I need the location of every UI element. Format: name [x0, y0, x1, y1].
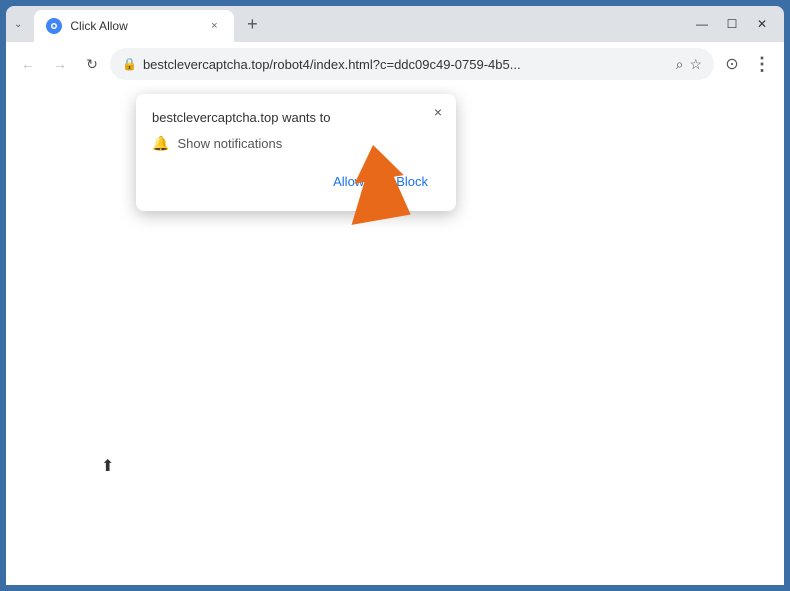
url-domain: bestclevercaptcha.top [143, 57, 269, 72]
title-bar: ⌄ Click Allow × + — ☐ ✕ [6, 6, 784, 42]
tab-area: Click Allow × + [30, 6, 688, 42]
nav-actions: ⊙ ⋮ [718, 50, 776, 78]
account-icon[interactable]: ⊙ [718, 50, 746, 78]
maximize-button[interactable]: ☐ [718, 10, 746, 38]
block-button[interactable]: Block [384, 168, 440, 195]
lock-icon: 🔒 [122, 57, 137, 71]
permission-text: Show notifications [177, 136, 282, 151]
popup-permission: 🔔 Show notifications [152, 135, 440, 152]
popup-buttons: Allow Block [152, 168, 440, 195]
tab-title: Click Allow [70, 19, 198, 33]
window-close-button[interactable]: ✕ [748, 10, 776, 38]
browser-content: CLICK «ALLOW» TO CONFIRM THAT YOU ARE NO… [6, 86, 784, 585]
popup-close-button[interactable]: × [428, 102, 448, 122]
tab-close-button[interactable]: × [206, 18, 222, 34]
notification-popup: × bestclevercaptcha.top wants to 🔔 Show … [136, 94, 456, 211]
popup-site-text: bestclevercaptcha.top wants to [152, 110, 440, 125]
navigation-bar: ← → ↻ 🔒 bestclevercaptcha.top/robot4/ind… [6, 42, 784, 86]
minimize-button[interactable]: — [688, 10, 716, 38]
back-button[interactable]: ← [14, 50, 42, 78]
allow-button[interactable]: Allow [321, 168, 376, 195]
browser-window: ⌄ Click Allow × + — ☐ ✕ ← → ↻ 🔒 bestclev… [0, 0, 790, 591]
active-tab[interactable]: Click Allow × [34, 10, 234, 42]
url-path: /robot4/index.html?c=ddc09c49-0759-4b5..… [269, 57, 520, 72]
new-tab-button[interactable]: + [238, 10, 266, 38]
menu-button[interactable]: ⋮ [748, 50, 776, 78]
window-controls: — ☐ ✕ [688, 6, 784, 42]
address-bar[interactable]: 🔒 bestclevercaptcha.top/robot4/index.htm… [110, 48, 714, 80]
tab-favicon [46, 18, 62, 34]
bell-icon: 🔔 [152, 135, 169, 152]
search-icon[interactable]: ⌕ [676, 56, 684, 73]
star-icon[interactable]: ☆ [689, 56, 702, 73]
url-text: bestclevercaptcha.top/robot4/index.html?… [143, 57, 670, 72]
title-bar-extra: ⌄ [6, 6, 30, 42]
tab-dropdown-arrow[interactable]: ⌄ [10, 19, 26, 30]
forward-button[interactable]: → [46, 50, 74, 78]
reload-button[interactable]: ↻ [78, 50, 106, 78]
